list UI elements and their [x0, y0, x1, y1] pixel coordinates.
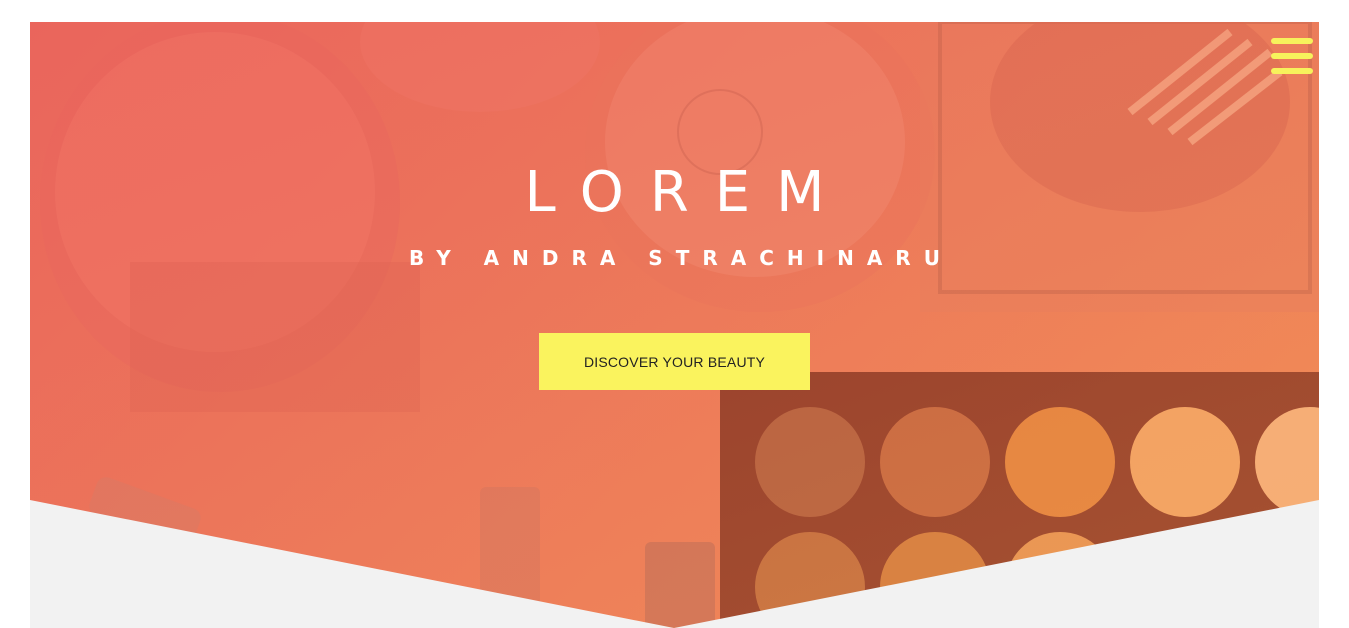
hero-title: LOREM [524, 160, 851, 225]
hamburger-menu-icon[interactable] [1271, 38, 1313, 74]
hero-section: LOREM BY ANDRA STRACHINARU DISCOVER YOUR… [30, 22, 1319, 628]
hero-subtitle: BY ANDRA STRACHINARU [409, 246, 953, 270]
bottom-chevron-shape [30, 500, 1319, 628]
discover-beauty-button[interactable]: DISCOVER YOUR BEAUTY [539, 333, 810, 390]
